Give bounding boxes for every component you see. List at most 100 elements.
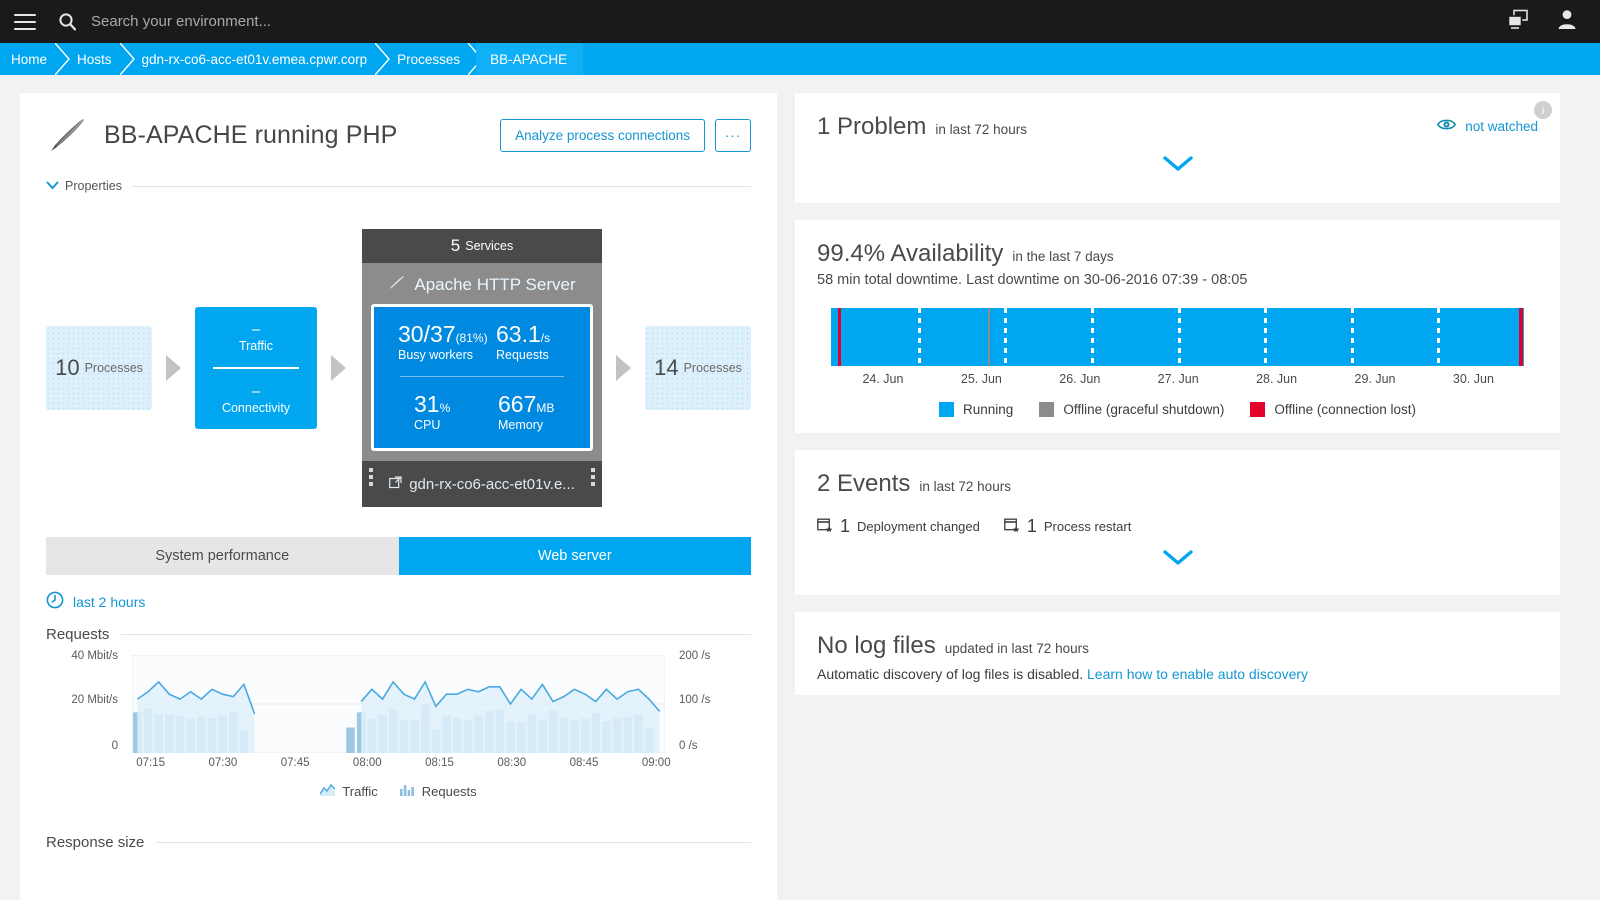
events-card: 2 Events in last 72 hours 1 Deployment c… xyxy=(795,450,1560,595)
left-axis-tick-mid: 20 Mbit/s xyxy=(71,694,118,706)
availability-x-tick: 24. Jun xyxy=(862,372,904,386)
event-deployment-changed[interactable]: 1 Deployment changed xyxy=(817,516,980,537)
user-avatar-icon[interactable] xyxy=(1556,8,1578,35)
availability-segment[interactable] xyxy=(837,308,842,366)
event-process-restart[interactable]: 1 Process restart xyxy=(1004,516,1131,537)
service-metrics-tile[interactable]: 30/37(81%) Busy workers 63.1/s Requests xyxy=(371,304,593,451)
breadcrumb-item-processes[interactable]: Processes xyxy=(383,42,484,76)
metric-label: Busy workers xyxy=(398,348,474,362)
availability-x-tick: 25. Jun xyxy=(960,372,1002,386)
global-search[interactable] xyxy=(58,12,1506,31)
more-options-button[interactable]: ··· xyxy=(715,118,751,152)
service-name-row[interactable]: Apache HTTP Server xyxy=(371,271,593,304)
eye-icon xyxy=(1437,118,1457,134)
apache-feather-icon xyxy=(388,274,406,295)
metric-unit: MB xyxy=(536,401,555,415)
legend-label: Traffic xyxy=(342,783,378,799)
legend-label: Offline (graceful shutdown) xyxy=(1063,402,1225,417)
flow-arrow-icon xyxy=(616,355,631,381)
event-count: 1 xyxy=(840,516,851,536)
top-bar xyxy=(0,0,1600,43)
incoming-processes-label: Processes xyxy=(84,361,143,375)
availability-card: 99.4% Availability in the last 7 days 58… xyxy=(795,220,1560,433)
section-title: Requests xyxy=(46,626,110,643)
watch-toggle[interactable]: not watched xyxy=(1437,118,1538,134)
problems-expander[interactable] xyxy=(817,155,1538,173)
divider xyxy=(156,842,751,843)
availability-x-axis: 24. Jun 25. Jun 26. Jun 27. Jun 28. Jun 29. J… xyxy=(831,372,1524,396)
breadcrumb-item-hosts[interactable]: Hosts xyxy=(63,42,135,76)
connectivity-value: – xyxy=(251,382,261,400)
process-detail-card: BB-APACHE running PHP Analyze process co… xyxy=(20,93,777,900)
breadcrumb-item-host[interactable]: gdn-rx-co6-acc-et01v.emea.cpwr.corp xyxy=(128,42,391,76)
metric-unit: /s xyxy=(540,331,551,345)
watch-label: not watched xyxy=(1465,118,1538,134)
hamburger-menu-icon[interactable] xyxy=(14,13,36,30)
breadcrumb-label: Hosts xyxy=(77,51,112,67)
requests-chart[interactable]: 40 Mbit/s 20 Mbit/s 0 200 /s 100 /s 0 /s… xyxy=(46,650,751,800)
requests-section-header: Requests xyxy=(46,626,751,643)
windows-clone-icon[interactable] xyxy=(1506,9,1530,35)
event-label: Process restart xyxy=(1043,519,1132,534)
traffic-metric: – Traffic xyxy=(195,307,317,367)
analyze-process-connections-button[interactable]: Analyze process connections xyxy=(500,118,705,152)
info-icon[interactable]: i xyxy=(1534,101,1552,119)
outgoing-processes-label: Processes xyxy=(683,361,742,375)
enable-auto-discovery-link[interactable]: Learn how to enable auto discovery xyxy=(1087,666,1308,682)
legend-item-traffic[interactable]: Traffic xyxy=(319,783,378,799)
services-count: 5 xyxy=(450,236,461,255)
detail-header: BB-APACHE running PHP Analyze process co… xyxy=(46,115,751,155)
availability-detail: 58 min total downtime. Last downtime on … xyxy=(817,272,1248,288)
right-axis-tick-mid: 100 /s xyxy=(679,694,711,706)
logs-text: Automatic discovery of log files is disa… xyxy=(817,666,1084,682)
connectivity-label: Connectivity xyxy=(221,400,291,415)
legend-swatch xyxy=(1039,402,1055,417)
events-summary: 1 Deployment changed 1 Process restart xyxy=(817,516,1538,537)
host-name: gdn-rx-co6-acc-et01v.e... xyxy=(409,475,575,493)
availability-value: 99.4% Availability xyxy=(817,240,1004,267)
calendar-event-icon xyxy=(817,517,833,537)
tab-web-server[interactable]: Web server xyxy=(398,537,751,575)
legend-item-requests[interactable]: Requests xyxy=(399,783,477,799)
event-count: 1 xyxy=(1026,516,1037,536)
dot-handle-right xyxy=(591,468,595,486)
chart-x-tick: 08:30 xyxy=(497,757,527,769)
outgoing-processes-box[interactable]: 14 Processes xyxy=(645,326,751,410)
search-input[interactable] xyxy=(91,13,511,30)
logs-title-row: No log files updated in last 72 hours xyxy=(817,632,1538,660)
tab-system-performance[interactable]: System performance xyxy=(46,537,399,575)
external-link-icon xyxy=(389,475,402,493)
events-subtitle: in last 72 hours xyxy=(919,479,1011,494)
chart-x-tick: 08:00 xyxy=(352,757,382,769)
section-title: Response size xyxy=(46,834,145,851)
metric-value: 63.1 xyxy=(496,321,541,347)
dot-handle-left xyxy=(369,468,373,486)
breadcrumb-item-home[interactable]: Home xyxy=(0,42,70,76)
metric-value: 30/37 xyxy=(398,321,456,347)
legend-connection-lost: Offline (connection lost) xyxy=(1250,402,1416,417)
timeframe-selector[interactable]: last 2 hours xyxy=(46,591,751,612)
availability-x-tick: 27. Jun xyxy=(1157,372,1199,386)
traffic-connectivity-box[interactable]: – Traffic – Connectivity xyxy=(195,307,317,429)
left-column: BB-APACHE running PHP Analyze process co… xyxy=(20,93,777,900)
legend-swatch xyxy=(939,402,955,417)
incoming-processes-box[interactable]: 10 Processes xyxy=(46,326,152,410)
bar-chart-icon xyxy=(399,783,415,799)
metric-value: 667 xyxy=(498,391,537,417)
availability-timeline[interactable] xyxy=(831,308,1524,366)
flow-arrow-icon xyxy=(331,355,346,381)
availability-title-row: 99.4% Availability in the last 7 days xyxy=(817,240,1538,268)
metric-tabs: System performance Web server xyxy=(46,537,751,575)
events-expander[interactable] xyxy=(817,549,1538,567)
logs-subtitle: updated in last 72 hours xyxy=(944,641,1089,656)
availability-day-divider xyxy=(1350,308,1354,366)
availability-segment[interactable] xyxy=(1519,308,1523,366)
divider xyxy=(131,185,751,187)
properties-toggle[interactable]: Properties xyxy=(46,177,751,195)
events-count: 2 Events xyxy=(817,470,911,497)
services-header[interactable]: 5 Services xyxy=(362,229,602,263)
host-strip[interactable]: gdn-rx-co6-acc-et01v.e... xyxy=(362,461,602,507)
availability-segment[interactable] xyxy=(987,308,991,366)
breadcrumb-item-current: BB-APACHE xyxy=(476,43,584,75)
events-title-row: 2 Events in last 72 hours xyxy=(817,470,1538,498)
